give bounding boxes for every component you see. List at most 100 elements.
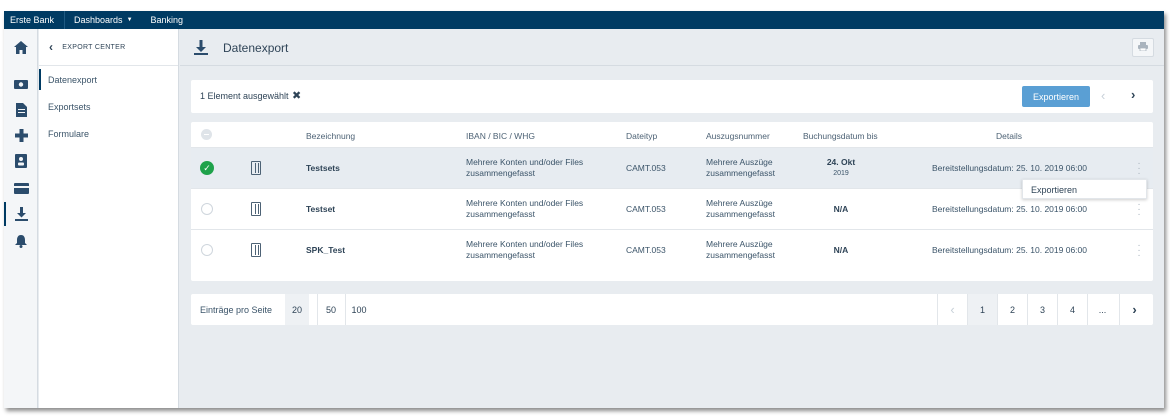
- page-ellipsis: ...: [1087, 294, 1117, 325]
- row-type: CAMT.053: [626, 163, 666, 173]
- caret-down-icon: ▼: [126, 17, 133, 23]
- export-button[interactable]: Exportieren: [1022, 86, 1090, 107]
- page-size-100[interactable]: 100: [347, 294, 371, 325]
- export-table: Bezeichnung IBAN / BIC / WHG Dateityp Au…: [191, 122, 1153, 281]
- icon-rail: [4, 29, 38, 408]
- row-datum-day: 24. Okt: [826, 157, 856, 167]
- row-auszug: Mehrere Auszüge zusammengefasst: [706, 157, 796, 179]
- subnav-item-datenexport[interactable]: Datenexport: [39, 66, 178, 93]
- subnav-item-formulare[interactable]: Formulare: [39, 120, 178, 147]
- row-iban: Mehrere Konten und/oder Files zusammengef…: [466, 157, 596, 179]
- page-3[interactable]: 3: [1027, 294, 1057, 325]
- row-details: Bereitstellungsdatum: 25. 10. 2019 06:00: [932, 245, 1087, 255]
- subnav-item-exportsets[interactable]: Exportsets: [39, 93, 178, 120]
- prev-arrow-icon[interactable]: ‹: [1101, 88, 1105, 103]
- row-iban: Mehrere Konten und/oder Files zusammengef…: [466, 198, 596, 220]
- row-select-radio[interactable]: [201, 203, 213, 215]
- page-header: Datenexport: [180, 29, 1164, 66]
- row-auszug-line2: zusammengefasst: [706, 209, 775, 219]
- row-context-menu: Exportieren: [1022, 179, 1147, 199]
- app-window: Erste Bank Dashboards ▼ Banking ‹ EXPORT…: [4, 11, 1164, 408]
- export-center-back[interactable]: ‹ EXPORT CENTER: [39, 29, 178, 66]
- chevron-left-icon: ‹: [49, 40, 54, 54]
- printer-icon: [1138, 42, 1148, 53]
- col-details: Details: [996, 131, 1022, 141]
- table-row[interactable]: Testset Mehrere Konten und/oder Files zus…: [191, 189, 1153, 230]
- more-options-icon[interactable]: · · ·: [1136, 200, 1142, 220]
- page-size-50[interactable]: 50: [319, 294, 343, 325]
- export-center-nav: ‹ EXPORT CENTER Datenexport Exportsets F…: [39, 29, 179, 408]
- file-icon: [251, 243, 261, 257]
- row-datum: 24. Okt 2019: [791, 157, 891, 179]
- row-type: CAMT.053: [626, 245, 666, 255]
- col-auszugsnummer[interactable]: Auszugsnummer: [706, 131, 770, 141]
- download-icon[interactable]: [4, 202, 38, 226]
- row-name: Testset: [306, 204, 336, 214]
- page-2[interactable]: 2: [997, 294, 1027, 325]
- money-icon[interactable]: [4, 72, 38, 96]
- plus-icon[interactable]: [4, 123, 38, 147]
- col-iban[interactable]: IBAN / BIC / WHG: [466, 131, 535, 141]
- table-row[interactable]: ✓ Testsets Mehrere Konten und/oder Files…: [191, 148, 1153, 189]
- row-iban-line2: zusammengefasst: [466, 250, 535, 260]
- row-iban-line1: Mehrere Konten und/oder Files: [466, 157, 584, 167]
- more-options-icon[interactable]: · · ·: [1136, 241, 1142, 261]
- select-all-checkbox[interactable]: [201, 129, 212, 140]
- next-arrow-icon[interactable]: ›: [1131, 87, 1135, 102]
- print-button[interactable]: [1132, 38, 1154, 57]
- card-icon[interactable]: [4, 176, 38, 200]
- checkmark-icon[interactable]: ✓: [200, 161, 214, 175]
- export-center-title: EXPORT CENTER: [62, 43, 126, 51]
- main-content: Datenexport 1 Element ausgewählt ✖ Expor…: [180, 29, 1164, 408]
- row-auszug-line1: Mehrere Auszüge: [706, 239, 773, 249]
- row-auszug-line2: zusammengefasst: [706, 168, 775, 178]
- row-datum: N/A: [833, 204, 849, 214]
- row-type: CAMT.053: [626, 204, 666, 214]
- file-icon: [251, 161, 261, 175]
- col-dateityp[interactable]: Dateityp: [626, 131, 657, 141]
- next-page-icon[interactable]: ›: [1119, 294, 1149, 325]
- row-name: Testsets: [306, 163, 340, 173]
- dashboards-label: Dashboards: [74, 15, 123, 25]
- row-iban-line1: Mehrere Konten und/oder Files: [466, 198, 584, 208]
- home-icon[interactable]: [4, 35, 38, 59]
- row-iban-line2: zusammengefasst: [466, 209, 535, 219]
- row-auszug: Mehrere Auszüge zusammengefasst: [706, 239, 796, 261]
- row-details: Bereitstellungsdatum: 25. 10. 2019 06:00: [932, 204, 1087, 214]
- download-icon: [194, 40, 208, 57]
- row-auszug: Mehrere Auszüge zusammengefasst: [706, 198, 796, 220]
- col-buchungsdatum[interactable]: Buchungsdatum bis: [803, 131, 878, 141]
- row-auszug-line1: Mehrere Auszüge: [706, 198, 773, 208]
- table-row[interactable]: SPK_Test Mehrere Konten und/oder Files zu…: [191, 230, 1153, 271]
- table-header: Bezeichnung IBAN / BIC / WHG Dateityp Au…: [191, 122, 1153, 148]
- row-iban: Mehrere Konten und/oder Files zusammengef…: [466, 239, 596, 261]
- row-name: SPK_Test: [306, 245, 346, 255]
- more-options-icon[interactable]: · · ·: [1136, 159, 1142, 179]
- contacts-icon[interactable]: [4, 149, 38, 173]
- selection-bar: 1 Element ausgewählt ✖ Exportieren ‹ ›: [191, 80, 1153, 113]
- menu-item-exportieren[interactable]: Exportieren: [1031, 185, 1077, 195]
- row-datum: N/A: [833, 245, 849, 255]
- pagination-bar: Einträge pro Seite 20 50 100 ‹ 1 2 3 4 .…: [191, 294, 1153, 325]
- col-bezeichnung[interactable]: Bezeichnung: [306, 131, 355, 141]
- row-select-radio[interactable]: [201, 244, 213, 256]
- dashboards-menu[interactable]: Dashboards ▼: [65, 11, 141, 29]
- page-title: Datenexport: [223, 41, 289, 55]
- clear-selection-icon[interactable]: ✖: [292, 89, 301, 102]
- document-icon[interactable]: [4, 98, 38, 122]
- brand-link[interactable]: Erste Bank: [4, 11, 66, 29]
- row-auszug-line2: zusammengefasst: [706, 250, 775, 260]
- row-auszug-line1: Mehrere Auszüge: [706, 157, 773, 167]
- page-1[interactable]: 1: [967, 294, 997, 325]
- page-size-20[interactable]: 20: [285, 294, 309, 325]
- bell-icon[interactable]: [4, 229, 38, 253]
- divider: [317, 294, 318, 325]
- file-icon: [251, 202, 261, 216]
- row-iban-line2: zusammengefasst: [466, 168, 535, 178]
- page-4[interactable]: 4: [1057, 294, 1087, 325]
- divider: [345, 294, 346, 325]
- prev-page-icon[interactable]: ‹: [937, 294, 967, 325]
- row-datum-year: 2019: [833, 170, 849, 177]
- row-iban-line1: Mehrere Konten und/oder Files: [466, 239, 584, 249]
- banking-link[interactable]: Banking: [142, 11, 193, 29]
